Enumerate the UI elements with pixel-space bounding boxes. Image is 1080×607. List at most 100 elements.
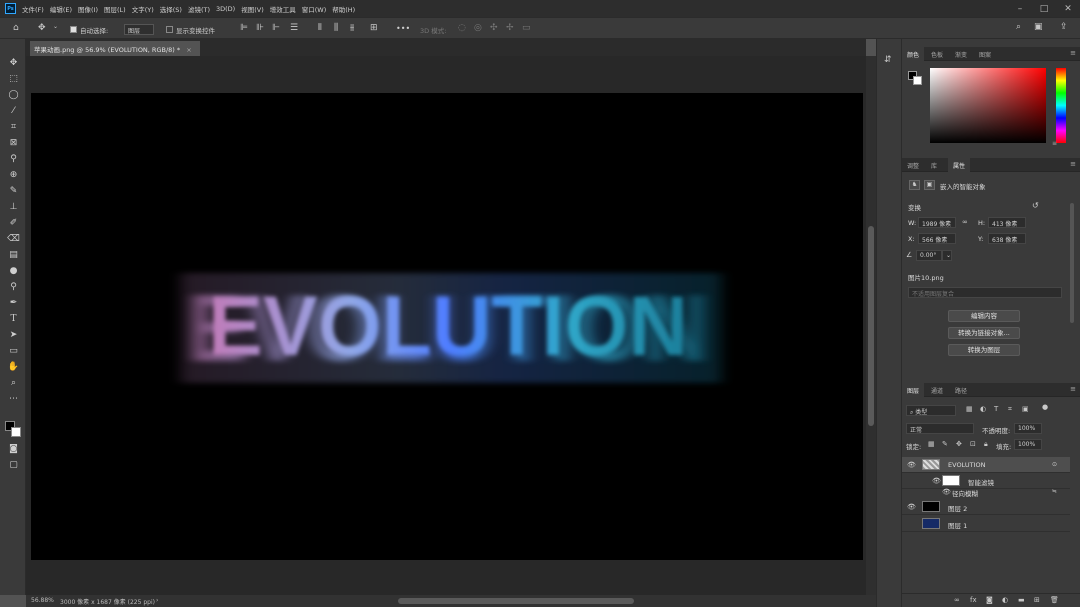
dodge-tool-icon[interactable]: ⚲ xyxy=(6,281,21,294)
screen-mode-icon[interactable]: ▢ xyxy=(6,459,21,472)
distribute-middle-icon[interactable]: ⫼ xyxy=(334,24,338,33)
home-icon[interactable]: ⌂ xyxy=(13,24,19,33)
filter-options-icon[interactable]: ≒ xyxy=(1052,488,1057,495)
eraser-tool-icon[interactable]: ⌫ xyxy=(6,233,21,246)
opacity-field[interactable]: 100% xyxy=(1014,423,1042,434)
tab-paths[interactable]: 路径 xyxy=(950,383,972,397)
status-arrow-icon[interactable]: › xyxy=(156,597,158,604)
tab-swatches[interactable]: 色板 xyxy=(926,47,948,61)
path-select-tool-icon[interactable]: ➤ xyxy=(6,329,21,342)
align-left-icon[interactable]: ⊫ xyxy=(240,24,248,33)
lock-all-icon[interactable]: 🔒︎ xyxy=(984,441,988,448)
edit-contents-button[interactable]: 编辑内容 xyxy=(948,310,1020,322)
workspace-icon[interactable]: ▣ xyxy=(1034,23,1043,32)
smart-object-icon[interactable]: ▣ xyxy=(924,180,935,190)
pen-tool-icon[interactable]: ✒ xyxy=(6,297,21,310)
layer-name[interactable]: 径向模糊 xyxy=(952,488,978,498)
visibility-eye-icon[interactable]: 👁︎ xyxy=(932,477,941,485)
reset-transform-icon[interactable]: ↺ xyxy=(1032,201,1039,210)
filter-adjustment-icon[interactable]: ◐ xyxy=(980,406,986,413)
tab-layers[interactable]: 图层 xyxy=(902,383,925,397)
menu-plugins[interactable]: 增效工具 xyxy=(270,4,296,14)
distribute-bottom-icon[interactable]: ⫵ xyxy=(350,24,354,33)
maximize-icon[interactable]: □ xyxy=(1032,0,1056,17)
frame-tool-icon[interactable]: ⊠ xyxy=(6,137,21,150)
tab-color[interactable]: 颜色 xyxy=(902,47,925,61)
y-field[interactable]: 638 像素 xyxy=(988,233,1026,244)
quick-mask-icon[interactable]: ◙ xyxy=(6,443,21,456)
filter-toggle-icon[interactable]: ● xyxy=(1042,404,1048,411)
stamp-tool-icon[interactable]: ⊥ xyxy=(6,201,21,214)
background-color-swatch[interactable] xyxy=(11,427,21,437)
auto-select-dropdown[interactable]: 图层 xyxy=(124,24,154,35)
layer-name[interactable]: EVOLUTION xyxy=(948,461,985,469)
healing-tool-icon[interactable]: ⊕ xyxy=(6,169,21,182)
history-brush-icon[interactable]: ✐ xyxy=(6,217,21,230)
layer-row-1[interactable]: 图层 1 xyxy=(902,516,1070,532)
hand-tool-icon[interactable]: ✋ xyxy=(6,361,21,374)
add-style-icon[interactable]: fx xyxy=(970,597,977,604)
menu-3d[interactable]: 3D(D) xyxy=(216,5,235,13)
filter-type-icon[interactable]: T xyxy=(994,406,998,413)
layer-name[interactable]: 图层 1 xyxy=(948,520,967,530)
tool-preset-chevron-icon[interactable]: ⌄ xyxy=(53,24,58,30)
eyedropper-tool-icon[interactable]: ⚲ xyxy=(6,153,21,166)
lock-position-icon[interactable]: ✥ xyxy=(956,441,962,448)
rectangle-tool-icon[interactable]: ▭ xyxy=(6,345,21,358)
hue-slider[interactable] xyxy=(1056,68,1066,143)
tab-properties[interactable]: 属性 xyxy=(948,158,971,172)
filter-shape-icon[interactable]: ⌗ xyxy=(1008,406,1012,413)
history-panel-icon[interactable]: ⇵ xyxy=(884,56,892,65)
type-tool-icon[interactable]: T xyxy=(6,313,21,326)
horizontal-scrollbar-thumb[interactable] xyxy=(398,598,634,604)
new-adjustment-icon[interactable]: ◐ xyxy=(1002,597,1008,604)
move-tool-icon[interactable]: ✥ xyxy=(38,24,46,33)
menu-view[interactable]: 视图(V) xyxy=(241,4,264,14)
delete-layer-icon[interactable]: 🗑︎ xyxy=(1050,597,1059,604)
gradient-tool-icon[interactable]: ▤ xyxy=(6,249,21,262)
scrollbar-thumb[interactable] xyxy=(868,226,874,426)
x-field[interactable]: 566 像素 xyxy=(918,233,956,244)
menu-select[interactable]: 选择(S) xyxy=(160,4,182,14)
pixel-layer-icon[interactable]: ♞ xyxy=(909,180,920,190)
lock-pixels-icon[interactable]: ✎ xyxy=(942,441,948,448)
menu-help[interactable]: 帮助(H) xyxy=(332,4,355,14)
menu-window[interactable]: 窗口(W) xyxy=(302,4,327,14)
lasso-tool-icon[interactable]: ◯ xyxy=(6,89,21,102)
layers-panel-menu-icon[interactable]: ≡ xyxy=(1070,385,1076,393)
color-panel-menu-icon[interactable]: ≡ xyxy=(1070,49,1076,57)
add-mask-icon[interactable]: ◙ xyxy=(986,597,993,604)
layer-row-2[interactable]: 👁︎ 图层 2 xyxy=(902,499,1070,515)
properties-scrollbar[interactable] xyxy=(1070,203,1074,323)
auto-select-checkbox[interactable] xyxy=(70,26,77,33)
move-tool-icon[interactable]: ✥ xyxy=(6,57,21,70)
tab-channels[interactable]: 通道 xyxy=(926,383,948,397)
angle-dropdown[interactable]: ⌄ xyxy=(942,250,952,261)
filter-pixel-icon[interactable]: ▦ xyxy=(966,406,973,413)
distribute-top-icon[interactable]: ⫴ xyxy=(318,24,322,33)
visibility-eye-icon[interactable]: 👁︎ xyxy=(907,503,916,511)
tab-gradients[interactable]: 渐变 xyxy=(950,47,972,61)
document-canvas[interactable]: EVOLUTION EVOLUTION xyxy=(31,93,863,560)
link-layers-icon[interactable]: ∞ xyxy=(954,597,960,604)
menu-filter[interactable]: 滤镜(T) xyxy=(188,4,210,14)
menu-file[interactable]: 文件(F) xyxy=(22,4,44,14)
quick-select-tool-icon[interactable]: ⁄ xyxy=(6,105,21,118)
tab-adjustments[interactable]: 调整 xyxy=(902,158,924,172)
blur-tool-icon[interactable]: ● xyxy=(6,265,21,278)
filter-smart-icon[interactable]: ▣ xyxy=(1022,406,1029,413)
tab-libraries[interactable]: 库 xyxy=(926,158,942,172)
fill-field[interactable]: 100% xyxy=(1014,439,1042,450)
layer-comp-select[interactable]: 不适用图层复合 xyxy=(908,287,1062,298)
blend-mode-dropdown[interactable]: 正常 xyxy=(906,423,974,434)
minimize-icon[interactable]: – xyxy=(1008,0,1032,17)
lock-artboard-icon[interactable]: ⊡ xyxy=(970,441,976,448)
angle-field[interactable]: 0.00° xyxy=(916,250,942,261)
align-right-icon[interactable]: ⊩ xyxy=(272,24,280,33)
align-center-icon[interactable]: ⊪ xyxy=(256,24,264,33)
more-options-icon[interactable]: ••• xyxy=(396,24,410,33)
layer-name[interactable]: 图层 2 xyxy=(948,503,967,513)
close-tab-icon[interactable]: × xyxy=(186,46,191,54)
zoom-tool-icon[interactable]: ⌕ xyxy=(6,377,21,390)
menu-edit[interactable]: 编辑(E) xyxy=(50,4,72,14)
